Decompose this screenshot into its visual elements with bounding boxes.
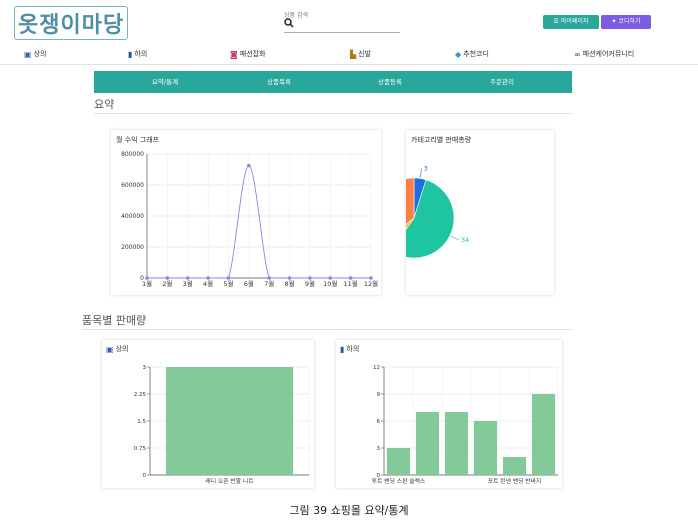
bar [165,367,294,475]
y-tick-label: 600000 [121,182,144,189]
y-tick-label: 9 [377,392,381,398]
shirt-icon: ▣ [24,49,32,59]
bar [415,412,440,475]
top-sales-card: ▣ 상의 0 0.75 1.5 2.25 3 레디 오픈 반팔 니트 [102,340,314,488]
slice-label: 34 [461,236,469,244]
y-tick-label: 6 [377,419,381,425]
x-tick-label: 10월 [323,279,337,288]
top-sales-chart: 0 0.75 1.5 2.25 3 레디 오픈 반팔 니트 [134,365,310,485]
site-logo[interactable]: 옷쟁이마당 [14,6,140,40]
slice-label-line [419,168,422,178]
glasses-icon: ∞ [574,49,581,59]
x-tick-label: 4월 [203,279,213,288]
y-tick-label: 2.25 [134,392,147,398]
category-shoes[interactable]: ▙ 신발 [350,49,371,59]
monthly-revenue-card: 월 수익 그래프 0 200000 400000 600000 800000 1월 2월 3월… [111,130,381,295]
x-tick-label: 투트 밴딩 스판 슬랙스 [372,477,426,485]
x-tick-label: 7월 [264,279,274,288]
diamond-icon: ◆ [455,49,462,59]
y-tick-label: 0.75 [134,446,147,452]
category-label: 패션잡화 [239,50,266,58]
x-tick-label: 1월 [142,279,152,288]
y-tick-label: 800000 [121,151,144,158]
category-sales-card: 카테고리별 판매총량 334322 [406,130,554,295]
x-tick-label: 포트 린넨 밴딩 반바지 [488,477,542,485]
data-point [247,163,251,168]
mypage-label: 마이페이지 [560,18,589,25]
category-label: 상의 [33,50,47,58]
tab-product-register[interactable]: 상품등록 [340,71,440,93]
category-accessories[interactable]: ◙ 패션잡화 [230,49,266,59]
x-tick-label: 3월 [183,279,193,288]
x-tick-label: 6월 [244,279,254,288]
slice-label: 3 [424,165,428,173]
breakdown-divider [82,329,572,330]
x-tick-label: 8월 [284,279,294,288]
category-label: 신발 [358,50,372,58]
bar [531,394,556,475]
figure-caption: 그림 39 쇼핑몰 요약/통계 [289,504,409,517]
y-tick-label: 1.5 [137,419,146,425]
y-tick-label: 0 [143,473,147,479]
tab-summary[interactable]: 요약/통계 [115,71,215,93]
codi-button[interactable]: ✦ 코디하기 [601,15,651,29]
series-line [147,165,371,279]
y-tick-label: 3 [143,365,147,371]
category-label: 추천코디 [463,50,489,58]
x-tick-label: 5월 [223,279,233,288]
tab-product-list[interactable]: 상품목록 [229,71,329,93]
bar [502,457,527,475]
y-tick-label: 3 [377,446,381,452]
search-icon[interactable] [284,18,294,31]
category-community[interactable]: ∞ 패션케어커뮤니티 [574,49,634,59]
x-tick-label: 12월 [364,279,378,288]
bar [386,448,411,475]
bag-icon: ◙ [230,49,238,59]
shoe-icon: ▙ [350,49,357,59]
bottom-sales-card: ▮ 하의 0 3 6 9 12 투트 밴딩 스판 슬랙스 포트 린넨 밴딩 반바지 [336,340,562,488]
bottom-sales-chart: 036912투트 밴딩 스판 슬랙스 포트 린넨 밴딩 반바지 [372,365,559,485]
category-divider [0,64,698,65]
logo-text: 옷쟁이마당 [14,6,129,40]
pants-icon: ▮ [128,49,133,59]
bar [444,412,469,475]
x-tick-label: 11월 [344,279,358,288]
y-tick-label: 200000 [121,244,144,251]
summary-divider [94,113,572,114]
tab-order-manage[interactable]: 주문관리 [452,71,552,93]
category-recommend[interactable]: ◆ 추천코디 [455,49,489,59]
slice-label-line [450,235,460,241]
category-sales-chart: 334322 [406,165,469,259]
codi-label: 코디하기 [618,18,641,25]
x-tick-label: 9월 [305,279,315,288]
category-top[interactable]: ▣ 상의 [24,49,46,59]
breakdown-title: 품목별 판매량 [82,314,147,327]
x-tick-label: 레디 오픈 반팔 니트 [205,477,254,485]
monthly-revenue-chart: 02000004000006000008000001월 2월 3월 4월 5월 6월 7월 8… [121,151,378,288]
summary-title: 요약 [94,98,115,111]
category-label: 패션케어커뮤니티 [582,50,635,58]
category-label: 하의 [134,50,148,58]
y-tick-label: 12 [373,365,380,371]
search-input[interactable] [284,32,400,33]
mypage-button[interactable]: ☰ 마이페이지 [543,15,599,29]
x-tick-label: 2월 [162,279,172,288]
category-bottom[interactable]: ▮ 하의 [128,49,147,59]
bar [473,421,498,475]
y-tick-label: 400000 [121,213,144,220]
